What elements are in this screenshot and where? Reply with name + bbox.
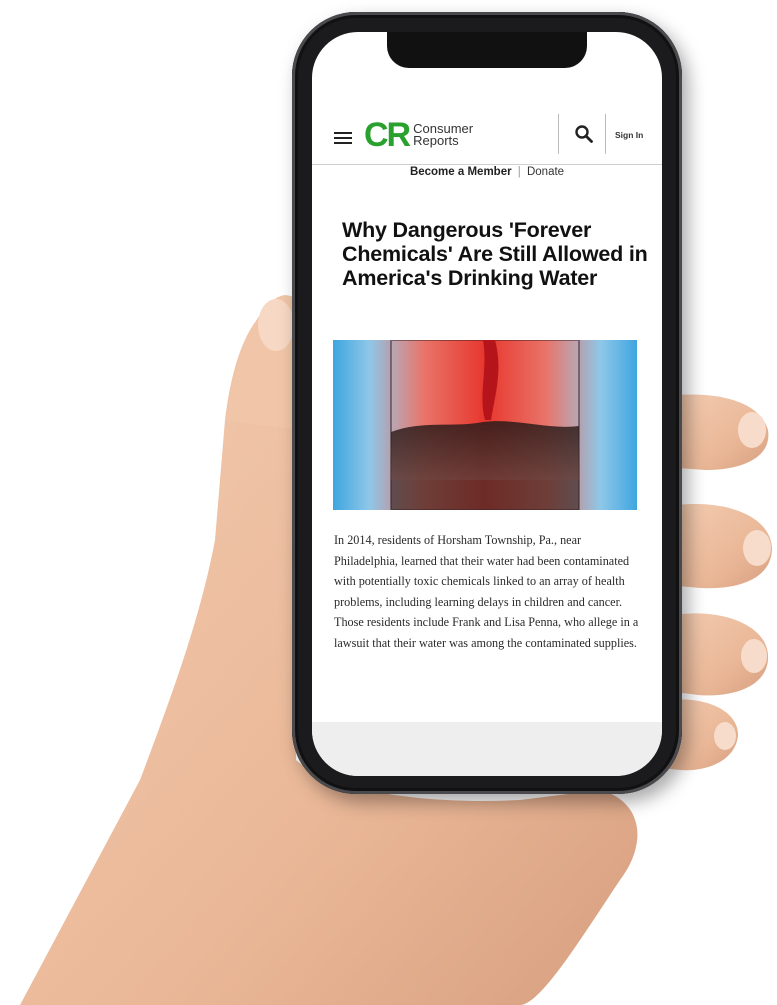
- donate-link[interactable]: Donate: [527, 166, 564, 178]
- member-separator: |: [517, 166, 521, 178]
- header-divider: [605, 114, 606, 154]
- site-header: CR Consumer Reports Sign In: [312, 104, 662, 165]
- article-headline: Why Dangerous 'Forever Chemicals' Are St…: [342, 218, 648, 290]
- consumer-reports-logo[interactable]: CR Consumer Reports: [364, 118, 473, 152]
- product-photo-scene: CR Consumer Reports Sign In Become a Mem…: [0, 0, 777, 1005]
- logo-mark: CR: [364, 116, 411, 154]
- sign-in-link[interactable]: Sign In: [615, 130, 643, 140]
- phone-notch: [387, 32, 587, 68]
- member-bar: Become a Member | Donate: [312, 166, 662, 178]
- header-divider: [558, 114, 559, 154]
- article-hero-image: [333, 340, 637, 510]
- become-member-link[interactable]: Become a Member: [410, 166, 512, 178]
- logo-line2: Reports: [413, 133, 459, 148]
- search-icon[interactable]: [574, 124, 594, 144]
- ad-placeholder: [312, 722, 662, 776]
- logo-wordmark: Consumer Reports: [413, 122, 473, 148]
- phone-screen: CR Consumer Reports Sign In Become a Mem…: [312, 32, 662, 776]
- article-body: In 2014, residents of Horsham Township, …: [334, 533, 639, 650]
- smartphone-frame: CR Consumer Reports Sign In Become a Mem…: [292, 12, 682, 794]
- hamburger-menu-icon[interactable]: [334, 132, 352, 144]
